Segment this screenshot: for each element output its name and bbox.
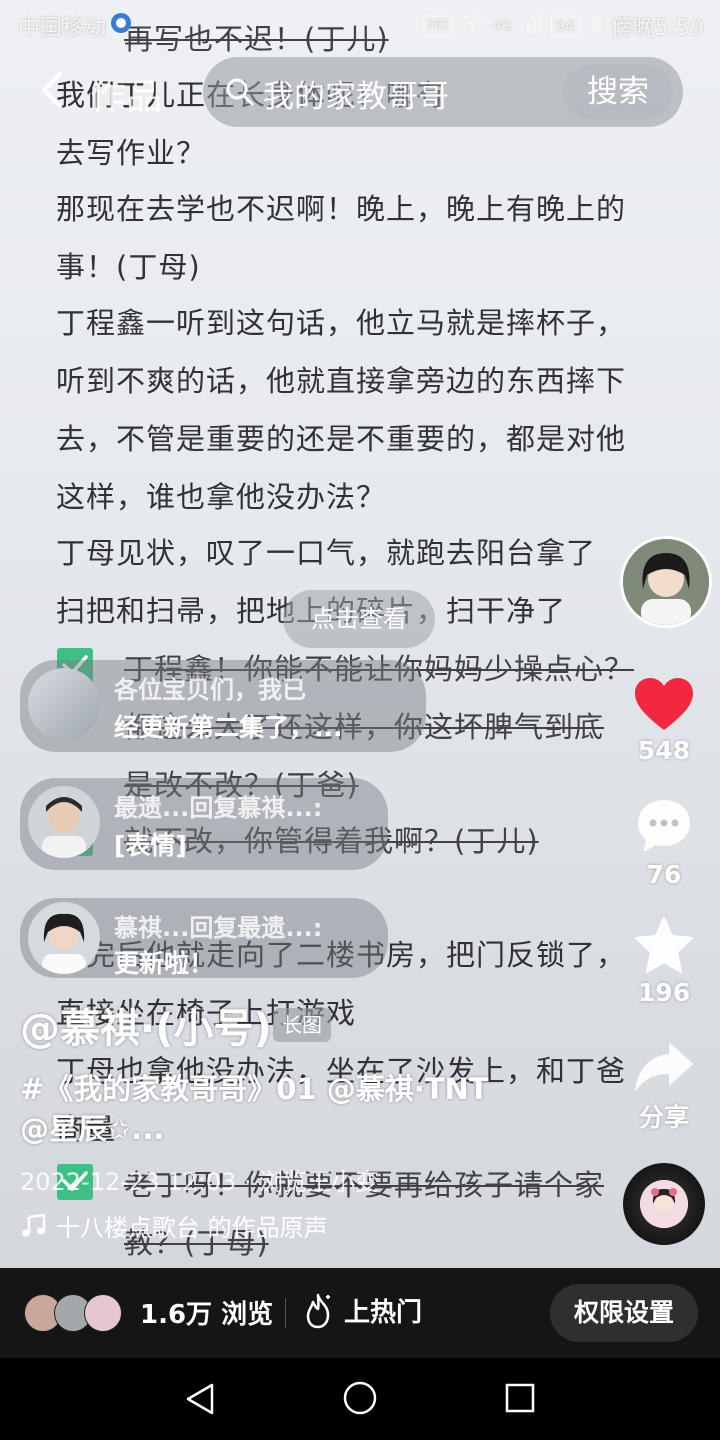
- like-count: 548: [637, 736, 691, 765]
- comment-bubble-2[interactable]: 最遗...回复慕祺...: [表情]: [20, 778, 388, 870]
- music-disc[interactable]: [623, 1163, 705, 1245]
- comment-title: 各位宝贝们，我已: [114, 676, 306, 704]
- flame-icon: [306, 1293, 330, 1328]
- music-info[interactable]: 十八楼点歌台 的作品原声: [20, 1208, 328, 1243]
- like-button[interactable]: 548: [620, 676, 708, 765]
- promote-button[interactable]: 上热门: [302, 1292, 422, 1329]
- long-image-badge: 长图: [273, 1008, 331, 1042]
- author-name[interactable]: @慕祺·(小号): [20, 996, 272, 1054]
- document-line: 丁母见状，叹了一口气，就跑去阳台拿了: [56, 536, 597, 570]
- status-bar: 中国移动 HD 4G 94 傍晚5:59: [0, 0, 720, 48]
- comment-count: 76: [646, 860, 682, 889]
- author-avatar[interactable]: [620, 536, 712, 628]
- document-line: 去，不管是重要的还是不重要的，都是对他: [56, 422, 627, 456]
- content-screen: 再写也不迟！(丁儿)我们丁儿正在长身体呢！哪有去写作业？那现在去学也不迟啊！晚上…: [0, 0, 720, 1268]
- permission-settings-button[interactable]: 权限设置: [550, 1284, 698, 1342]
- comment-text: [表情]: [114, 831, 187, 860]
- comment-button[interactable]: 76: [620, 796, 708, 889]
- page-title: 作品: [90, 77, 163, 118]
- caption-line-1[interactable]: #《我的家教哥哥》01 @慕祺·TNT: [20, 1066, 489, 1108]
- document-line: 那现在去学也不迟啊！晚上，晚上有晚上的: [56, 192, 627, 226]
- divider: [285, 1298, 286, 1328]
- network-type: 4G: [493, 18, 512, 34]
- promote-label: 上热门: [344, 1298, 423, 1328]
- heart-icon: [635, 678, 693, 730]
- comment-title: 最遗...回复慕祺...:: [114, 794, 323, 822]
- document-line: 去写作业？: [56, 136, 207, 170]
- battery-icon: 94: [549, 15, 581, 37]
- comment-bubble-3[interactable]: 慕祺...回复最遗...: 更新啦！: [20, 898, 388, 978]
- document-line: 丁程鑫一听到这句话，他立马就是摔杯子，: [56, 306, 627, 340]
- nav-recents-icon[interactable]: [504, 1382, 536, 1414]
- share-icon: [635, 1042, 693, 1092]
- comment-icon: [638, 800, 690, 852]
- share-button[interactable]: 分享: [620, 1040, 708, 1134]
- document-line: 事！(丁母): [56, 250, 201, 284]
- clock: 傍晚5:59: [610, 16, 704, 41]
- star-icon: [635, 917, 693, 973]
- comment-title: 慕祺...回复最遗...:: [114, 914, 323, 942]
- comment-avatar: [28, 902, 100, 974]
- bottom-bar: 1.6万 浏览 上热门 权限设置: [0, 1268, 720, 1358]
- carrier-label: 中国移动: [18, 16, 107, 41]
- signal-icon: [520, 13, 542, 39]
- caption-line-2[interactable]: @星辰✩...: [20, 1106, 164, 1148]
- comment-avatar: [28, 786, 100, 858]
- back-arrow-icon[interactable]: [38, 70, 68, 110]
- nav-home-icon[interactable]: [342, 1380, 378, 1416]
- share-label: 分享: [638, 1103, 689, 1132]
- notification-icon: [110, 12, 132, 40]
- document-line: 这样，谁也拿他没办法？: [56, 480, 387, 514]
- viewer-avatars[interactable]: [24, 1294, 134, 1332]
- music-cover-icon: [640, 1180, 688, 1228]
- hd-icon: HD: [423, 15, 454, 37]
- view-count[interactable]: 1.6万 浏览: [140, 1294, 273, 1331]
- music-note-icon: [22, 1213, 46, 1236]
- search-icon: [225, 77, 255, 107]
- click-to-view-button[interactable]: 点击查看: [283, 590, 435, 648]
- comment-avatar: [28, 668, 100, 740]
- wifi-icon: [461, 13, 485, 39]
- comment-text: 经更新第二集了，...: [114, 713, 343, 742]
- comment-text: 更新啦！: [114, 949, 215, 978]
- music-title: 十八楼点歌台 的作品原声: [56, 1214, 328, 1242]
- search-bar[interactable]: 我的家教哥哥 搜索: [203, 57, 683, 127]
- search-query[interactable]: 我的家教哥哥: [263, 71, 449, 116]
- search-button[interactable]: 搜索: [563, 65, 673, 119]
- favorite-button[interactable]: 196: [620, 916, 708, 1007]
- viewer-avatar: [84, 1294, 122, 1332]
- favorite-count: 196: [637, 978, 691, 1007]
- system-nav-bar: [0, 1358, 720, 1440]
- comment-bubble-1[interactable]: 各位宝贝们，我已 经更新第二集了，...: [20, 660, 426, 752]
- nav-back-icon[interactable]: [184, 1382, 216, 1416]
- bluetooth-icon: [589, 12, 603, 39]
- post-date: 2022-12-23 12:03 · 浏览王小变: [20, 1168, 380, 1196]
- document-line: 听到不爽的话，他就直接拿旁边的东西摔下: [56, 364, 627, 398]
